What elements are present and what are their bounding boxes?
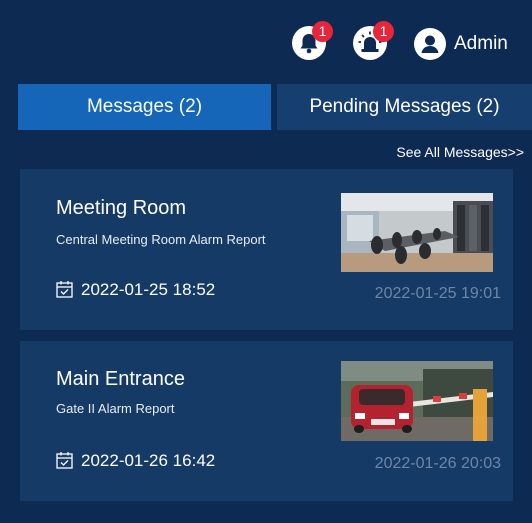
calendar-icon — [56, 452, 73, 469]
tab-pending-messages[interactable]: Pending Messages (2) — [277, 84, 532, 130]
gate-snapshot-image — [341, 361, 493, 441]
gate-thumbnail[interactable] — [341, 361, 493, 441]
meeting-room-thumbnail[interactable] — [341, 193, 493, 272]
alarms-button[interactable]: 1 — [353, 21, 394, 60]
message-tabs: Messages (2) Pending Messages (2) — [0, 84, 532, 130]
message-title: Meeting Room — [56, 197, 187, 219]
message-subtitle: Gate II Alarm Report — [56, 401, 175, 416]
user-icon — [421, 35, 439, 53]
user-name[interactable]: Admin — [454, 33, 508, 55]
message-time-text: 2022-01-25 18:52 — [81, 280, 216, 299]
message-time-secondary: 2022-01-25 19:01 — [374, 285, 501, 302]
user-avatar[interactable] — [414, 28, 446, 60]
message-title: Main Entrance — [56, 368, 185, 390]
notification-count-badge: 1 — [312, 21, 333, 42]
top-bar: 1 1 Admin — [0, 0, 532, 84]
message-subtitle: Central Meeting Room Alarm Report — [56, 232, 266, 247]
calendar-icon — [56, 281, 73, 298]
message-time-secondary: 2022-01-26 20:03 — [374, 455, 501, 472]
alarm-count-badge: 1 — [373, 21, 394, 42]
message-card[interactable]: Main Entrance Gate II Alarm Report 2022-… — [20, 341, 513, 501]
see-all-messages-link[interactable]: See All Messages>> — [396, 144, 524, 160]
message-time-text: 2022-01-26 16:42 — [81, 451, 216, 470]
message-time: 2022-01-26 16:42 — [56, 451, 215, 471]
message-time: 2022-01-25 18:52 — [56, 280, 215, 300]
tab-messages[interactable]: Messages (2) — [18, 84, 271, 130]
notifications-button[interactable]: 1 — [292, 21, 333, 60]
meeting-room-snapshot-image — [341, 193, 493, 272]
message-card[interactable]: Meeting Room Central Meeting Room Alarm … — [20, 169, 513, 330]
